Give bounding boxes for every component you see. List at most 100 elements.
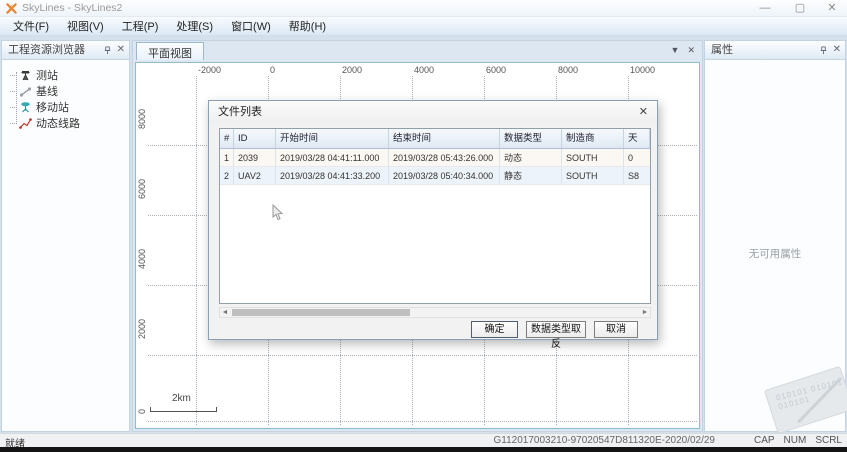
app-logo-icon bbox=[6, 3, 17, 14]
maximize-button[interactable]: ▢ bbox=[793, 1, 807, 15]
y-axis-tick: 2000 bbox=[137, 319, 148, 339]
menu-item-view[interactable]: 视图(V) bbox=[58, 16, 113, 36]
column-header-id[interactable]: ID bbox=[234, 129, 276, 148]
properties-panel: 属性 ✕ 无可用属性 010101 010101 010101 bbox=[704, 40, 846, 432]
explorer-panel-header: 工程资源浏览器 ✕ bbox=[2, 41, 129, 60]
chevron-down-icon[interactable]: ▼ bbox=[671, 45, 680, 56]
cell-index: 2 bbox=[220, 167, 234, 184]
column-header-index[interactable]: # bbox=[220, 129, 234, 148]
properties-panel-header: 属性 ✕ bbox=[705, 41, 845, 60]
title-bar: SkyLines - SkyLines2 — ▢ ✕ bbox=[0, 0, 847, 17]
resource-tree: 测站 基线 移动站 动态线路 bbox=[2, 60, 129, 131]
menu-item-help[interactable]: 帮助(H) bbox=[280, 16, 335, 36]
rover-station-icon bbox=[19, 101, 32, 114]
y-axis-tick: 8000 bbox=[137, 109, 148, 129]
baseline-icon bbox=[19, 85, 32, 98]
tab-strip: 平面视图 ▼ ✕ bbox=[133, 41, 702, 60]
license-text: G112017003210-97020547D811320E-2020/02/2… bbox=[494, 435, 716, 446]
close-button[interactable]: ✕ bbox=[825, 1, 839, 15]
x-axis-tick: 0 bbox=[270, 65, 275, 75]
no-properties-text: 无可用属性 bbox=[705, 246, 845, 261]
scrollbar-thumb[interactable] bbox=[232, 309, 410, 316]
dialog-close-icon[interactable]: ✕ bbox=[639, 101, 648, 123]
tree-item-label: 移动站 bbox=[36, 99, 69, 115]
column-header-start-time[interactable]: 开始时间 bbox=[276, 129, 389, 148]
scroll-lock-indicator: SCRL bbox=[815, 435, 842, 446]
tree-connector bbox=[16, 72, 17, 122]
dynamic-route-icon bbox=[19, 117, 32, 130]
cell-end-time: 2019/03/28 05:43:26.000 bbox=[389, 149, 500, 166]
tree-item-label: 动态线路 bbox=[36, 115, 80, 131]
scale-label: 2km bbox=[172, 393, 191, 404]
tree-item-label: 基线 bbox=[36, 83, 58, 99]
column-header-end-time[interactable]: 结束时间 bbox=[389, 129, 500, 148]
close-panel-icon[interactable]: ✕ bbox=[833, 44, 841, 56]
tree-item-rover[interactable]: 移动站 bbox=[2, 99, 129, 115]
ok-button[interactable]: 确定 bbox=[471, 321, 518, 338]
application-window: SkyLines - SkyLines2 — ▢ ✕ 文件(F) 视图(V) 工… bbox=[0, 0, 847, 452]
cell-data-type: 静态 bbox=[500, 167, 562, 184]
gridline bbox=[148, 355, 697, 356]
caps-lock-indicator: CAP bbox=[754, 435, 775, 446]
cell-index: 1 bbox=[220, 149, 234, 166]
pin-icon[interactable] bbox=[103, 46, 112, 55]
x-axis-tick: 8000 bbox=[558, 65, 578, 75]
x-axis-tick: 10000 bbox=[630, 65, 655, 75]
dialog-title: 文件列表 bbox=[218, 106, 262, 118]
column-header-antenna[interactable]: 天 bbox=[624, 129, 650, 148]
table-row[interactable]: 1 2039 2019/03/28 04:41:11.000 2019/03/2… bbox=[220, 149, 650, 167]
mouse-cursor-icon bbox=[271, 204, 284, 222]
cell-id: UAV2 bbox=[234, 167, 276, 184]
tree-item-dynamic-route[interactable]: 动态线路 bbox=[2, 115, 129, 131]
window-title: SkyLines - SkyLines2 bbox=[22, 2, 122, 14]
menu-bar: 文件(F) 视图(V) 工程(P) 处理(S) 窗口(W) 帮助(H) bbox=[0, 17, 847, 36]
cell-antenna: S8 bbox=[624, 167, 650, 184]
x-axis-tick: 6000 bbox=[486, 65, 506, 75]
dialog-title-bar[interactable]: 文件列表 ✕ bbox=[209, 101, 657, 123]
cancel-button[interactable]: 取消 bbox=[594, 321, 638, 338]
pin-icon[interactable] bbox=[819, 46, 828, 55]
gridline bbox=[148, 421, 697, 422]
menu-item-file[interactable]: 文件(F) bbox=[4, 16, 58, 36]
status-bar: 就绪 G112017003210-97020547D811320E-2020/0… bbox=[0, 433, 847, 447]
tab-plan-view[interactable]: 平面视图 bbox=[136, 42, 204, 60]
x-axis-tick: 2000 bbox=[342, 65, 362, 75]
explorer-panel: 工程资源浏览器 ✕ 测站 基线 移动站 bbox=[1, 40, 130, 432]
taskbar-strip bbox=[0, 447, 847, 452]
properties-panel-title: 属性 bbox=[711, 44, 733, 56]
gridline bbox=[196, 76, 197, 425]
x-axis-tick: -2000 bbox=[198, 65, 221, 75]
explorer-panel-title: 工程资源浏览器 bbox=[8, 44, 85, 56]
close-panel-icon[interactable]: ✕ bbox=[117, 44, 125, 56]
cell-data-type: 动态 bbox=[500, 149, 562, 166]
menu-item-window[interactable]: 窗口(W) bbox=[222, 16, 280, 36]
column-header-data-type[interactable]: 数据类型 bbox=[500, 129, 562, 148]
minimize-button[interactable]: — bbox=[758, 1, 772, 15]
cell-manufacturer: SOUTH bbox=[562, 167, 624, 184]
x-axis-tick: 4000 bbox=[414, 65, 434, 75]
cell-id: 2039 bbox=[234, 149, 276, 166]
station-icon bbox=[19, 69, 32, 82]
cell-end-time: 2019/03/28 05:40:34.000 bbox=[389, 167, 500, 184]
menu-item-project[interactable]: 工程(P) bbox=[113, 16, 168, 36]
menu-item-process[interactable]: 处理(S) bbox=[167, 16, 222, 36]
tree-item-label: 测站 bbox=[36, 67, 58, 83]
tree-item-station[interactable]: 测站 bbox=[2, 67, 129, 83]
column-header-manufacturer[interactable]: 制造商 bbox=[562, 129, 624, 148]
scroll-right-arrow-icon[interactable]: ► bbox=[640, 308, 650, 317]
horizontal-scrollbar[interactable]: ◄ ► bbox=[219, 307, 651, 318]
cell-manufacturer: SOUTH bbox=[562, 149, 624, 166]
close-tab-icon[interactable]: ✕ bbox=[687, 45, 695, 56]
watermark-logo: 010101 010101 010101 bbox=[764, 366, 847, 434]
scale-bar bbox=[150, 407, 217, 412]
y-axis-tick: 4000 bbox=[137, 249, 148, 269]
scroll-left-arrow-icon[interactable]: ◄ bbox=[220, 308, 230, 317]
tree-item-baseline[interactable]: 基线 bbox=[2, 83, 129, 99]
table-row[interactable]: 2 UAV2 2019/03/28 04:41:33.200 2019/03/2… bbox=[220, 167, 650, 185]
cell-start-time: 2019/03/28 04:41:11.000 bbox=[276, 149, 389, 166]
num-lock-indicator: NUM bbox=[784, 435, 807, 446]
y-axis-tick: 6000 bbox=[137, 179, 148, 199]
cell-antenna: 0 bbox=[624, 149, 650, 166]
invert-data-type-button[interactable]: 数据类型取反 bbox=[526, 321, 586, 338]
table-header-row: # ID 开始时间 结束时间 数据类型 制造商 天 bbox=[220, 129, 650, 149]
